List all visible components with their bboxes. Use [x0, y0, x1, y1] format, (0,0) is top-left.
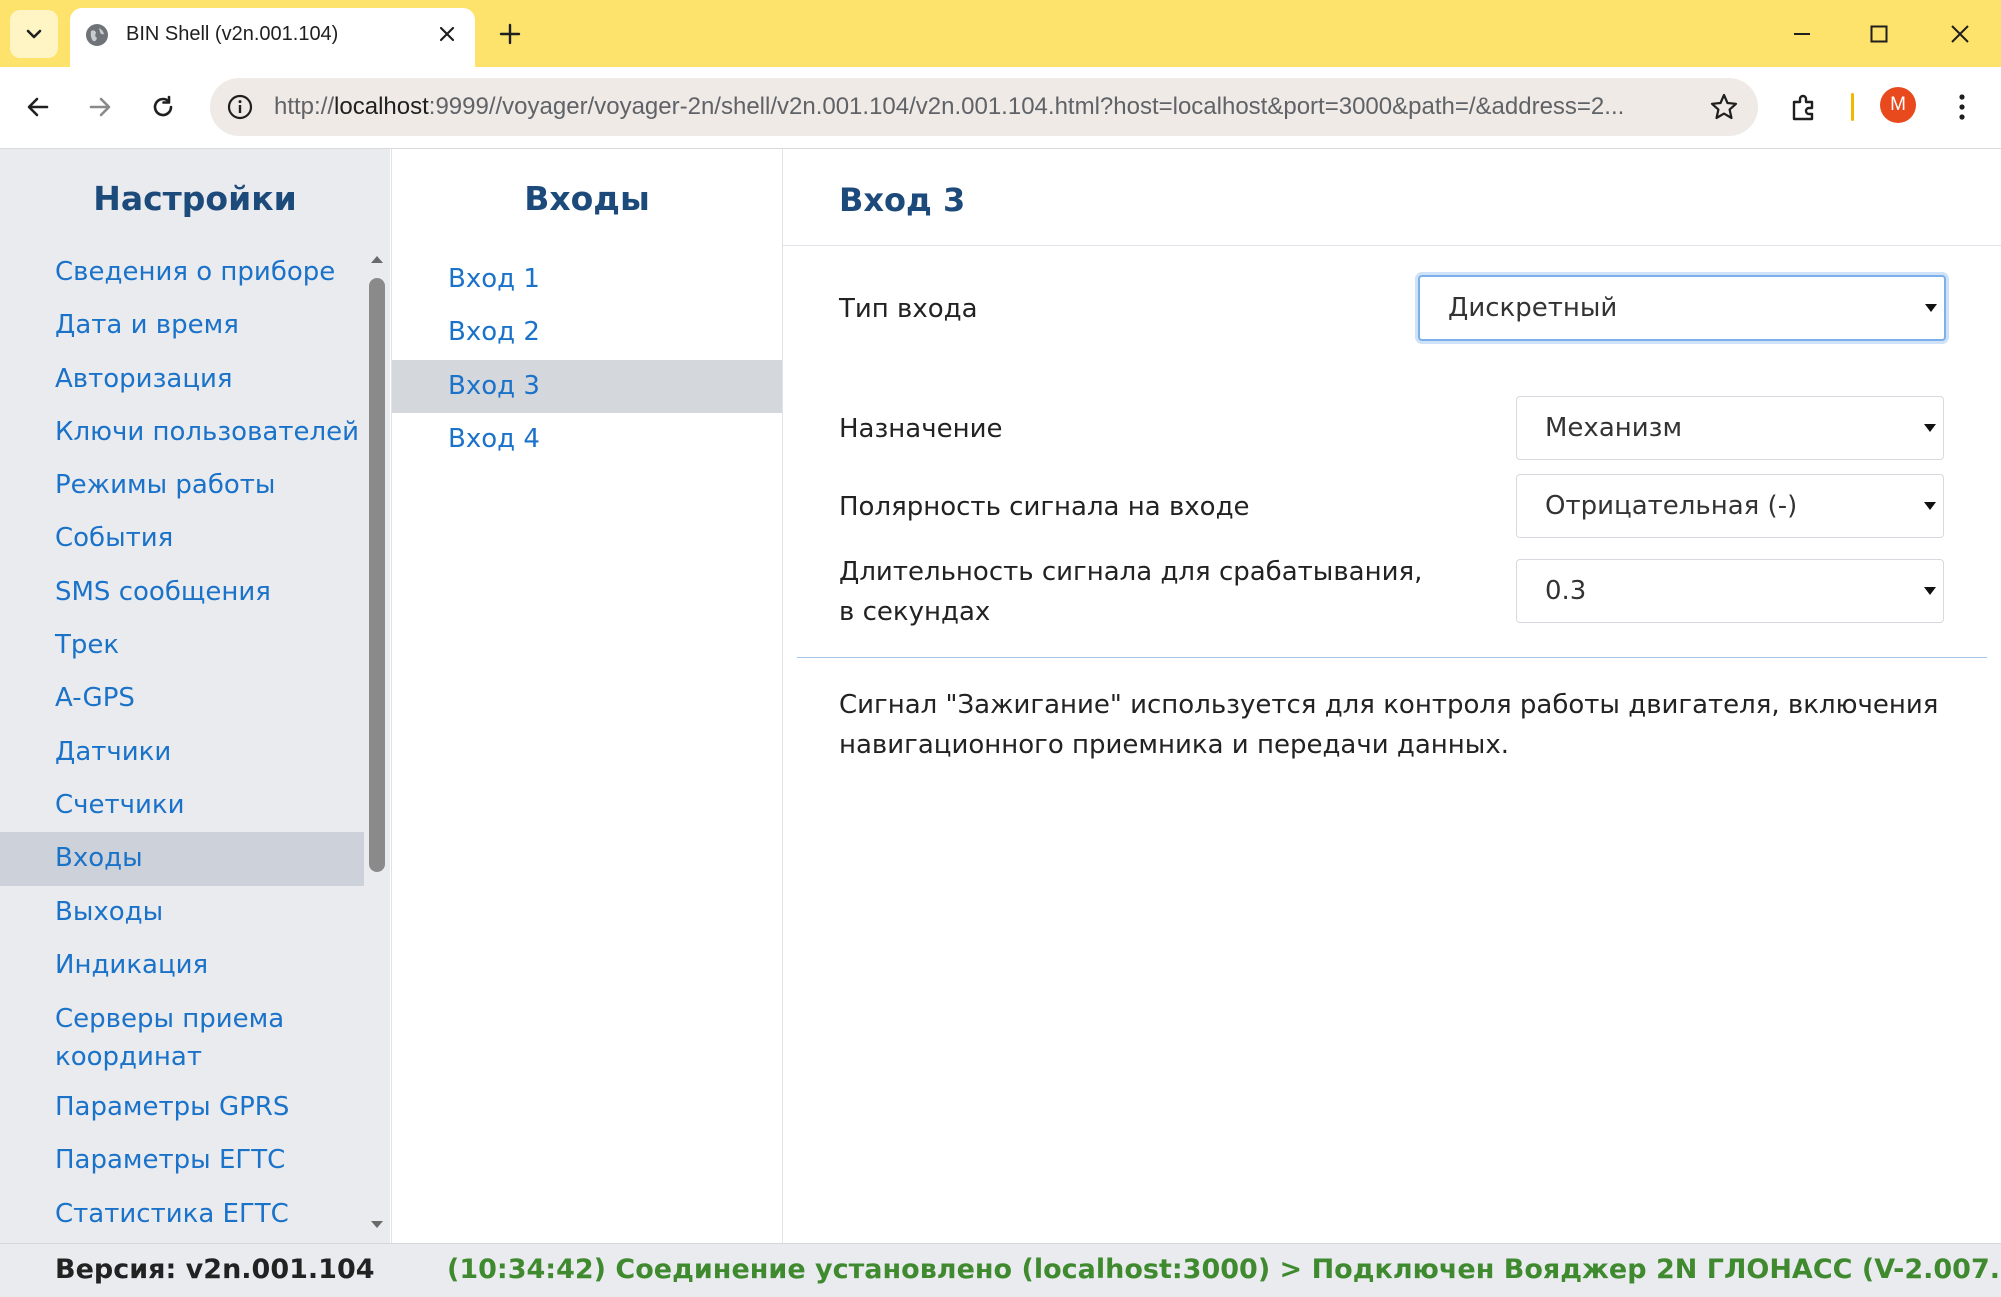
input-item-1[interactable]: Вход 1	[392, 253, 782, 306]
purpose-value: Механизм	[1545, 413, 1683, 443]
puzzle-icon	[1792, 94, 1814, 121]
caret-down-icon	[1924, 424, 1936, 432]
browser-tab[interactable]: BIN Shell (v2n.001.104)	[70, 8, 475, 67]
url-text[interactable]: http://localhost:9999//voyager/voyager-2…	[274, 93, 1684, 121]
caret-down-icon	[1925, 304, 1937, 312]
maximize-button[interactable]	[1857, 12, 1901, 56]
star-icon[interactable]	[1708, 91, 1740, 123]
info-icon[interactable]	[226, 93, 254, 121]
scroll-thumb[interactable]	[369, 278, 385, 872]
polarity-label: Полярность сигнала на входе	[839, 492, 1250, 522]
settings-menu: Сведения о приборе Дата и время Авториза…	[0, 246, 364, 1241]
status-bar: Версия: v2n.001.104 (10:34:42) Соединени…	[0, 1243, 2001, 1297]
tab-strip: BIN Shell (v2n.001.104)	[0, 0, 2001, 67]
input-detail-panel: Вход 3 Тип входа Дискретный Назначение М…	[783, 149, 2001, 1243]
tab-close-button[interactable]	[433, 20, 461, 48]
settings-item-outputs[interactable]: Выходы	[0, 886, 364, 939]
plus-icon	[499, 23, 521, 45]
reload-button[interactable]	[141, 85, 185, 129]
minimize-button[interactable]	[1780, 12, 1824, 56]
url-rest: :9999//voyager/voyager-2n/shell/v2n.001.…	[428, 93, 1625, 120]
header-divider	[783, 245, 2001, 246]
settings-title: Настройки	[93, 179, 297, 218]
input-type-value: Дискретный	[1448, 293, 1618, 323]
settings-item-indication[interactable]: Индикация	[0, 939, 364, 992]
settings-item-coordinate-servers[interactable]: Серверы приема координат	[0, 992, 364, 1081]
duration-select[interactable]: 0.3	[1516, 559, 1944, 623]
input-type-label: Тип входа	[839, 294, 978, 324]
new-tab-button[interactable]	[490, 14, 530, 54]
tab-search-button[interactable]	[10, 10, 58, 58]
browser-toolbar: http://localhost:9999//voyager/voyager-2…	[0, 67, 2001, 149]
note-line2: навигационного приемника и передачи данн…	[839, 730, 1509, 760]
duration-label: Длительность сигнала для срабатывания, в…	[839, 552, 1422, 632]
browser-menu-button[interactable]	[1940, 85, 1984, 129]
close-icon	[1951, 25, 1969, 43]
url-host: localhost	[334, 93, 429, 120]
settings-item-egts-params[interactable]: Параметры ЕГТС	[0, 1134, 364, 1187]
purpose-label: Назначение	[839, 414, 1003, 444]
input-item-3[interactable]: Вход 3	[392, 359, 782, 413]
settings-item-user-keys[interactable]: Ключи пользователей	[0, 406, 364, 459]
settings-panel: Настройки Сведения о приборе Дата и врем…	[0, 149, 390, 1243]
scroll-up-icon[interactable]	[370, 252, 384, 266]
page-title: Вход 3	[839, 181, 966, 219]
settings-item-events[interactable]: События	[0, 512, 364, 565]
settings-item-gprs[interactable]: Параметры GPRS	[0, 1081, 364, 1134]
settings-item-device-info[interactable]: Сведения о приборе	[0, 246, 364, 299]
input-item-2[interactable]: Вход 2	[392, 306, 782, 359]
settings-item-date-time[interactable]: Дата и время	[0, 299, 364, 352]
caret-down-icon	[1924, 587, 1936, 595]
note-line1: Сигнал "Зажигание" используется для конт…	[839, 690, 1939, 720]
more-vertical-icon	[1959, 94, 1965, 120]
forward-button[interactable]	[78, 85, 122, 129]
settings-item-sensors[interactable]: Датчики	[0, 726, 364, 779]
input-item-4[interactable]: Вход 4	[392, 413, 782, 466]
minimize-icon	[1794, 33, 1810, 35]
address-bar[interactable]: http://localhost:9999//voyager/voyager-2…	[210, 78, 1758, 136]
globe-icon	[86, 24, 108, 46]
profile-avatar[interactable]: M	[1880, 87, 1916, 123]
arrow-left-icon	[27, 97, 49, 117]
polarity-value: Отрицательная (-)	[1545, 491, 1798, 521]
settings-item-counters[interactable]: Счетчики	[0, 779, 364, 832]
toolbar-divider	[1851, 93, 1854, 121]
back-button[interactable]	[16, 85, 60, 129]
purpose-select[interactable]: Механизм	[1516, 396, 1944, 460]
scroll-down-icon[interactable]	[370, 1218, 384, 1232]
extensions-button[interactable]	[1782, 85, 1826, 129]
version-label: Версия: v2n.001.104	[55, 1254, 375, 1285]
ignition-note: Сигнал "Зажигание" используется для конт…	[839, 685, 1939, 765]
settings-item-agps[interactable]: A-GPS	[0, 672, 364, 725]
inputs-title: Входы	[524, 179, 650, 218]
arrow-right-icon	[89, 97, 111, 117]
settings-item-operating-modes[interactable]: Режимы работы	[0, 459, 364, 512]
settings-item-inputs[interactable]: Входы	[0, 832, 364, 886]
url-prefix: http://	[274, 93, 335, 120]
polarity-select[interactable]: Отрицательная (-)	[1516, 474, 1944, 538]
section-divider	[797, 657, 1987, 658]
connection-status: (10:34:42) Соединение установлено (local…	[447, 1254, 2001, 1285]
settings-item-egts-stats[interactable]: Статистика ЕГТС	[0, 1188, 364, 1241]
duration-value: 0.3	[1545, 576, 1587, 606]
inputs-panel: Входы Вход 1 Вход 2 Вход 3 Вход 4	[391, 149, 783, 1243]
tab-title: BIN Shell (v2n.001.104)	[126, 23, 339, 45]
settings-item-track[interactable]: Трек	[0, 619, 364, 672]
duration-label-line2: в секундах	[839, 597, 991, 627]
settings-item-sms[interactable]: SMS сообщения	[0, 566, 364, 619]
close-icon	[439, 26, 455, 42]
chevron-down-icon	[26, 29, 42, 39]
window-close-button[interactable]	[1938, 12, 1982, 56]
duration-label-line1: Длительность сигнала для срабатывания,	[839, 557, 1423, 587]
maximize-icon	[1870, 25, 1888, 43]
settings-item-authorization[interactable]: Авторизация	[0, 353, 364, 406]
settings-scrollbar[interactable]	[364, 246, 390, 1239]
input-type-select[interactable]: Дискретный	[1418, 275, 1946, 341]
reload-icon	[153, 95, 173, 117]
inputs-menu: Вход 1 Вход 2 Вход 3 Вход 4	[392, 253, 782, 466]
caret-down-icon	[1924, 502, 1936, 510]
